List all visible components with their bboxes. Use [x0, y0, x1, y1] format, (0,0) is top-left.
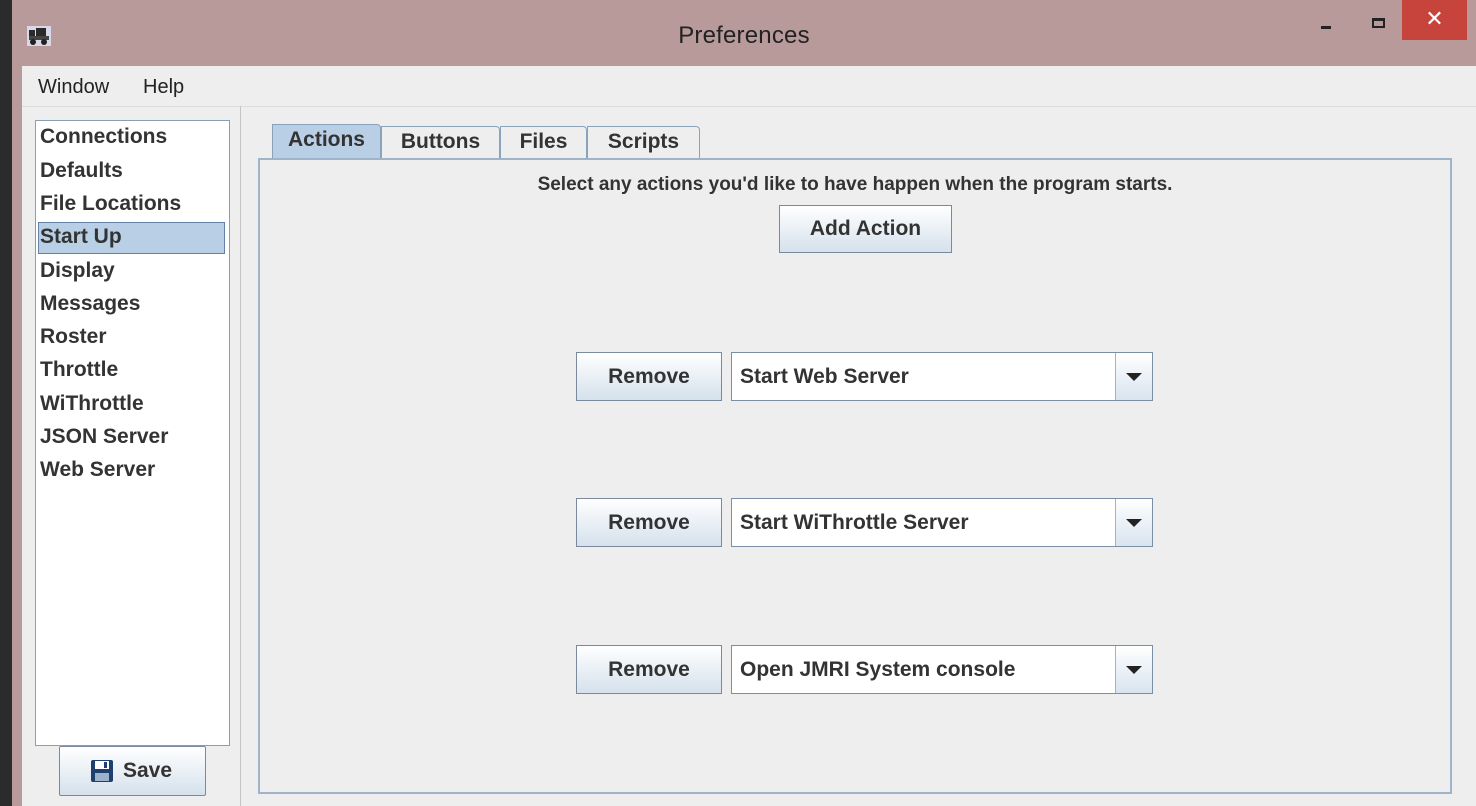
- tab-buttons[interactable]: Buttons: [381, 126, 500, 158]
- sidebar-item-withrottle[interactable]: WiThrottle: [38, 389, 225, 421]
- save-label: Save: [123, 759, 173, 782]
- action-row: Remove Start Web Server: [260, 352, 1450, 402]
- remove-button[interactable]: Remove: [576, 498, 722, 547]
- sidebar-item-throttle[interactable]: Throttle: [38, 355, 225, 387]
- action-dropdown-value: Open JMRI System console: [740, 658, 1016, 681]
- tab-files[interactable]: Files: [500, 126, 587, 158]
- sidebar-item-defaults[interactable]: Defaults: [38, 156, 225, 188]
- remove-button[interactable]: Remove: [576, 352, 722, 401]
- sidebar-item-json-server[interactable]: JSON Server: [38, 422, 225, 454]
- actions-panel: Select any actions you'd like to have ha…: [258, 158, 1452, 794]
- floppy-disk-icon: [91, 760, 113, 782]
- preferences-sidebar: Connections Defaults File Locations Star…: [22, 106, 241, 806]
- sidebar-item-display[interactable]: Display: [38, 256, 225, 288]
- menu-help[interactable]: Help: [143, 76, 184, 99]
- action-dropdown[interactable]: Open JMRI System console: [731, 645, 1153, 694]
- chevron-down-icon[interactable]: [1115, 353, 1152, 400]
- close-button[interactable]: ✕: [1402, 0, 1467, 40]
- action-dropdown[interactable]: Start WiThrottle Server: [731, 498, 1153, 547]
- window-title: Preferences: [678, 22, 810, 49]
- title-bar[interactable]: Preferences ✕: [12, 0, 1476, 66]
- sidebar-item-web-server[interactable]: Web Server: [38, 455, 225, 487]
- menu-window[interactable]: Window: [38, 76, 109, 99]
- instructions-text: Select any actions you'd like to have ha…: [537, 174, 1173, 195]
- window-content: Window Help Connections Defaults File Lo…: [22, 66, 1476, 806]
- sidebar-item-roster[interactable]: Roster: [38, 322, 225, 354]
- sidebar-item-start-up[interactable]: Start Up: [38, 222, 225, 254]
- tab-actions[interactable]: Actions: [272, 124, 381, 158]
- chevron-down-icon[interactable]: [1115, 499, 1152, 546]
- save-button[interactable]: Save: [59, 746, 206, 796]
- action-dropdown-value: Start Web Server: [740, 365, 909, 388]
- menu-bar: Window Help: [22, 66, 1476, 107]
- sidebar-item-connections[interactable]: Connections: [38, 122, 225, 154]
- action-row: Remove Start WiThrottle Server: [260, 498, 1450, 548]
- add-action-button[interactable]: Add Action: [779, 205, 952, 253]
- action-dropdown[interactable]: Start Web Server: [731, 352, 1153, 401]
- chevron-down-icon[interactable]: [1115, 646, 1152, 693]
- category-list[interactable]: Connections Defaults File Locations Star…: [35, 120, 230, 746]
- tab-scripts[interactable]: Scripts: [587, 126, 700, 158]
- action-row: Remove Open JMRI System console: [260, 645, 1450, 695]
- action-dropdown-value: Start WiThrottle Server: [740, 511, 969, 534]
- preferences-window: Preferences ✕ Window Help Connections De…: [12, 0, 1476, 806]
- maximize-button[interactable]: [1359, 0, 1399, 40]
- remove-button[interactable]: Remove: [576, 645, 722, 694]
- sidebar-item-messages[interactable]: Messages: [38, 289, 225, 321]
- sidebar-item-file-locations[interactable]: File Locations: [38, 189, 225, 221]
- minimize-button[interactable]: [1305, 0, 1345, 40]
